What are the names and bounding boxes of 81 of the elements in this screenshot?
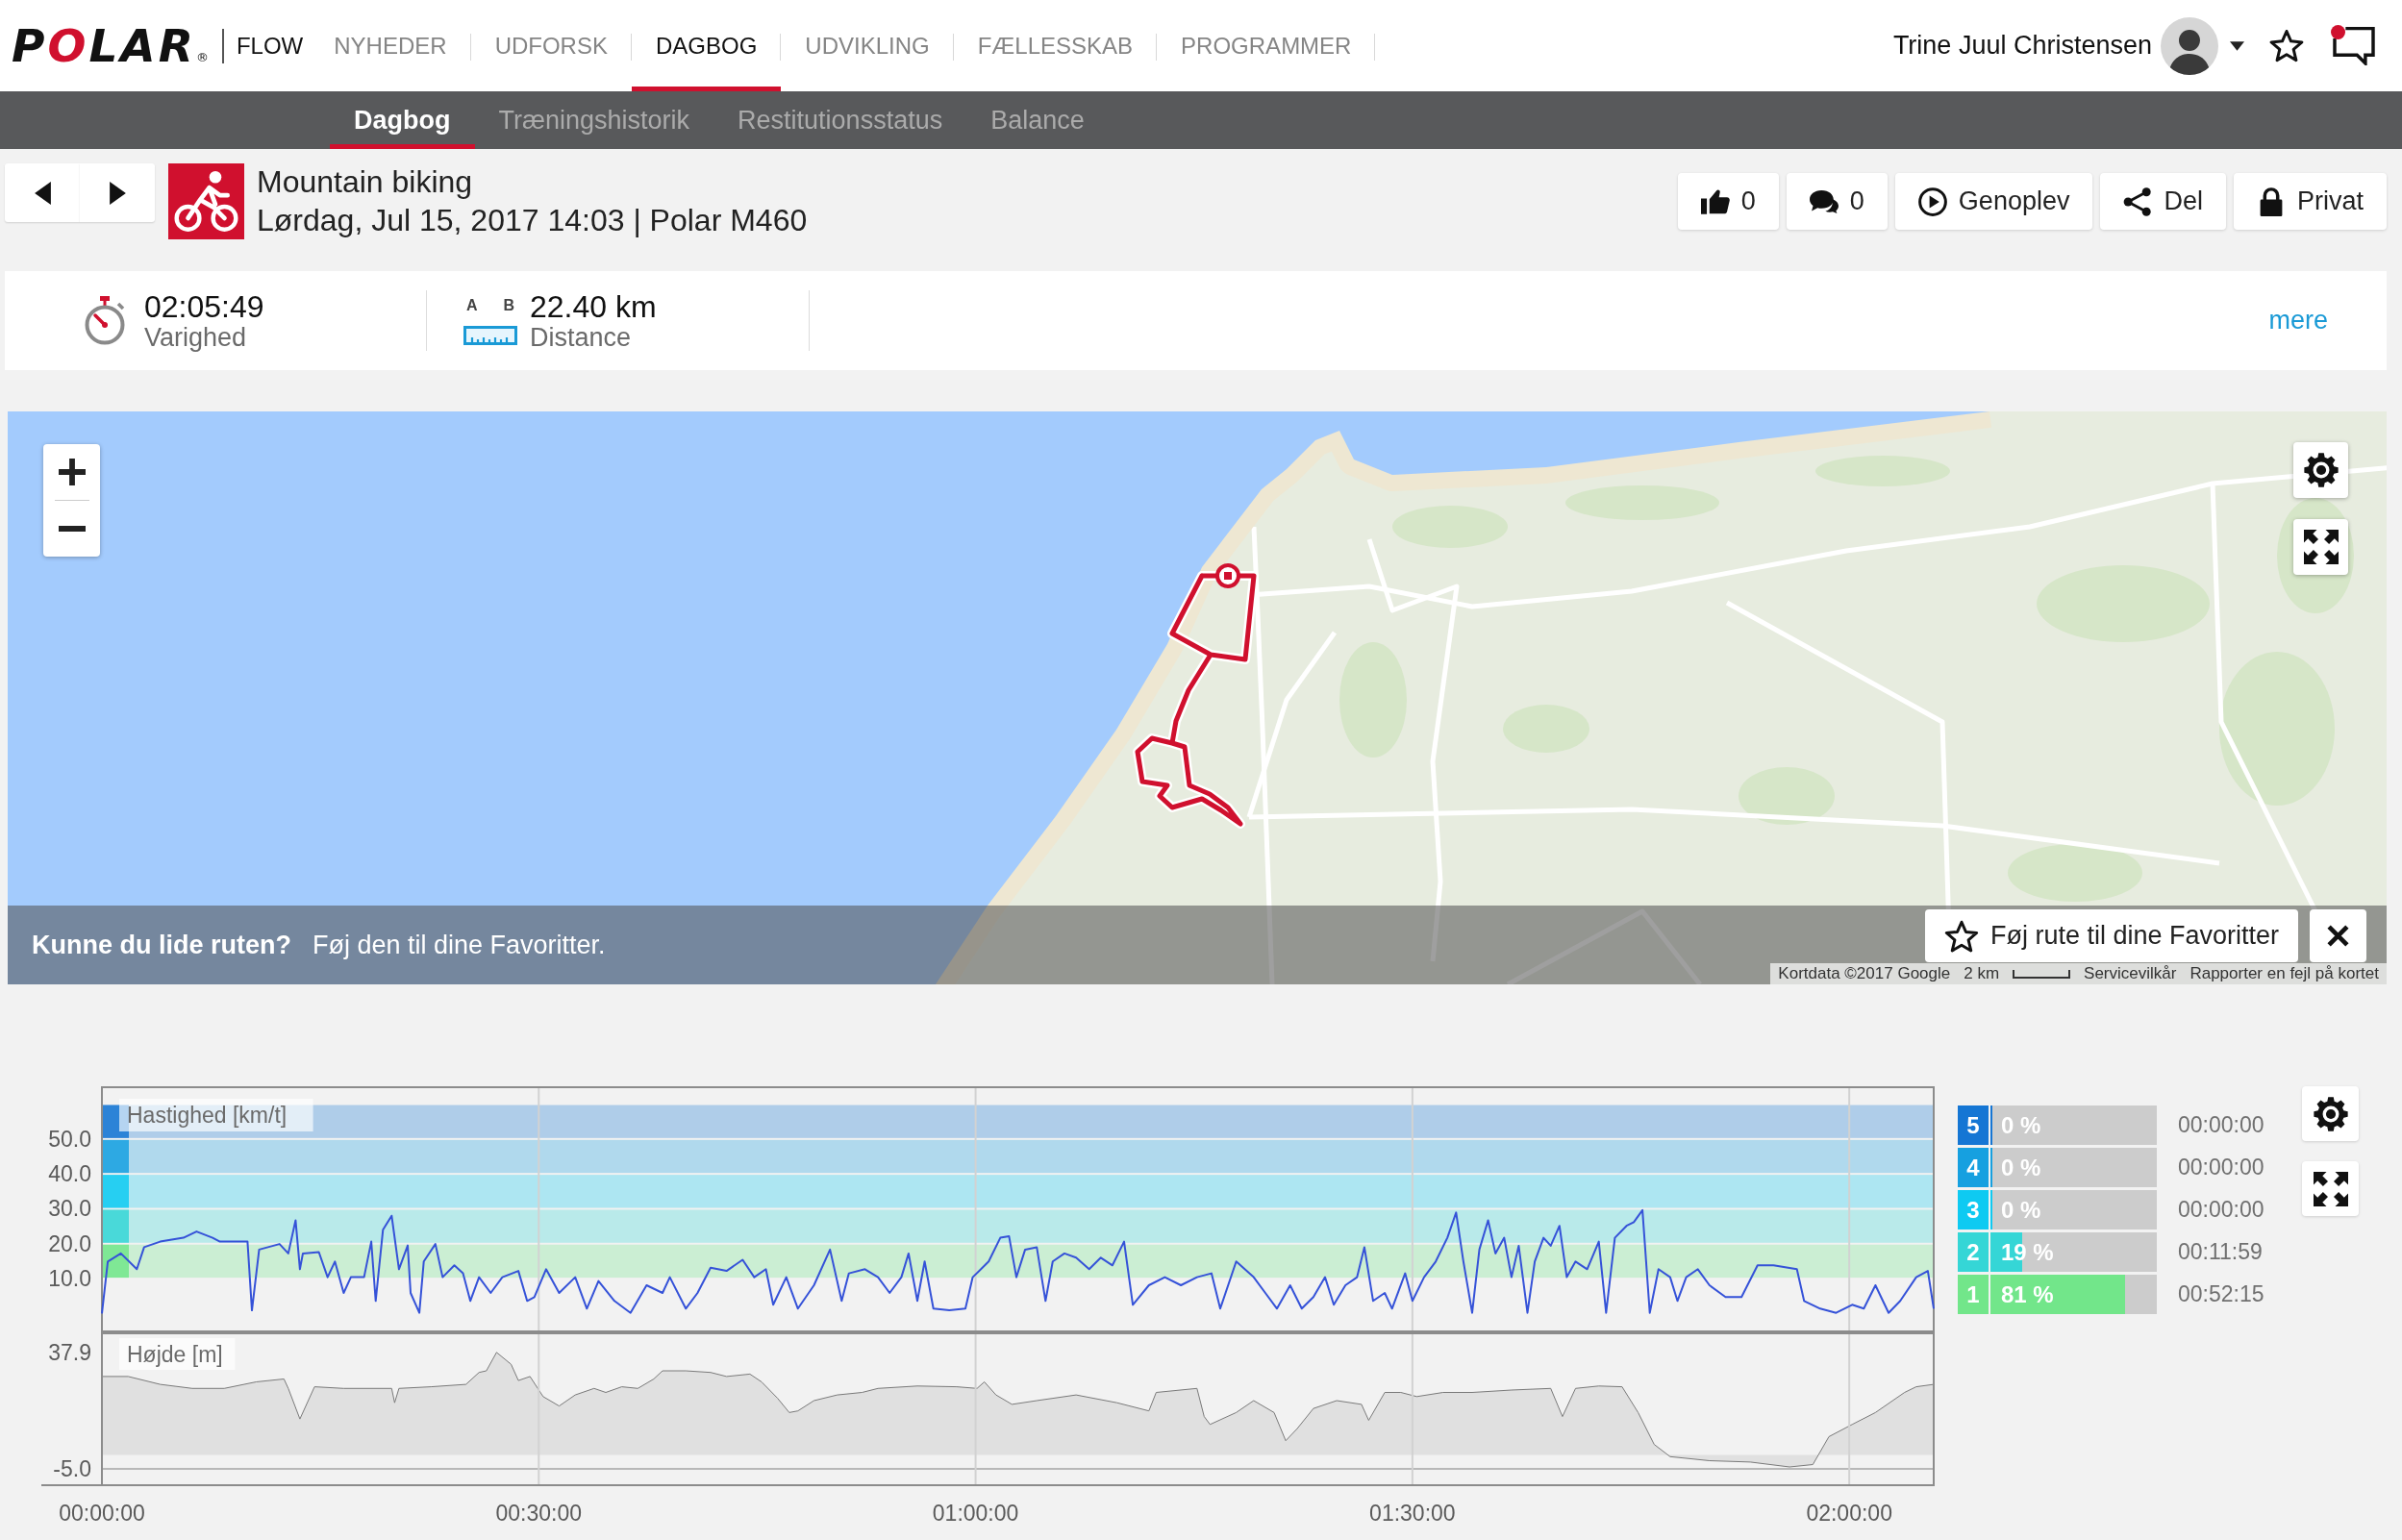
share-icon <box>2123 186 2153 216</box>
scale-bar <box>2013 969 2071 979</box>
zone-number: 5 <box>1958 1105 1989 1145</box>
nav-tab[interactable]: PROGRAMMER <box>1157 0 1376 91</box>
stat-label: Varighed <box>144 322 248 352</box>
triangle-right-icon <box>109 181 126 205</box>
axis-tick-label: 10.0 <box>48 1266 91 1292</box>
caret-down-icon[interactable] <box>2230 40 2244 51</box>
axis-tick-label: 37.9 <box>48 1339 91 1365</box>
axis-tick-label: 00:30:00 <box>495 1501 583 1526</box>
chart-title: Højde [m] <box>127 1342 223 1367</box>
privacy-button[interactable]: Privat <box>2233 173 2387 230</box>
close-button[interactable] <box>2310 909 2366 962</box>
star-icon <box>1943 919 1979 953</box>
like-button[interactable]: 0 <box>1677 173 1779 230</box>
activity-title: Mountain biking <box>257 163 474 201</box>
star-icon <box>2269 29 2304 62</box>
map-settings-button[interactable] <box>2293 442 2348 498</box>
plus-icon <box>58 459 86 485</box>
expand-icon <box>2313 1171 2348 1206</box>
map-link[interactable]: Servicevilkår <box>2084 964 2177 983</box>
message-icon[interactable] <box>2333 26 2375 65</box>
axis-tick-label: 20.0 <box>48 1230 91 1256</box>
replay-button[interactable]: Genoplev <box>1894 173 2093 230</box>
zone-time: 00:11:59 <box>2178 1239 2263 1265</box>
zone-time: 00:52:15 <box>2178 1281 2264 1307</box>
banner-question: Kunne du lide ruten? <box>32 930 291 960</box>
nav-tab[interactable]: NYHEDER <box>310 0 471 91</box>
comment-button[interactable]: 0 <box>1786 173 1888 230</box>
axis-tick-label: 50.0 <box>48 1126 91 1152</box>
map-link[interactable]: Rapporter en fejl på kortet <box>2189 964 2379 983</box>
close-icon <box>2326 924 2350 948</box>
series-label: Højde [m] <box>119 1338 236 1370</box>
gear-icon <box>2313 1096 2348 1131</box>
zone-number: 1 <box>1958 1275 1989 1314</box>
fullscreen-button[interactable] <box>2302 1161 2359 1216</box>
axis-tick-label: 00:00:00 <box>59 1501 145 1526</box>
axis-tick-label: 02:00:00 <box>1806 1501 1892 1526</box>
user-name[interactable]: Trine Juul Christensen <box>1892 31 2152 61</box>
product-name: FLOW <box>236 32 304 60</box>
ruler-icon <box>463 325 517 345</box>
zone-time: 00:00:00 <box>2178 1155 2264 1180</box>
map-marker-icon[interactable] <box>1215 563 1240 588</box>
activity-details: Lørdag, Jul 15, 2017 14:03 | Polar M460 <box>257 202 808 239</box>
series-label: Hastighed [km/t] <box>119 1099 313 1131</box>
axis-tick-label: -5.0 <box>53 1455 91 1481</box>
minus-icon <box>58 526 86 532</box>
axis-tick-label: 40.0 <box>48 1161 91 1187</box>
nav-tab[interactable]: UDVIKLING <box>781 0 954 91</box>
zone-time: 00:00:00 <box>2178 1197 2264 1223</box>
zone-number: 3 <box>1958 1190 1989 1230</box>
stat-value: 22.40 km <box>530 289 657 323</box>
zone-percentage: 81 % <box>2001 1280 2054 1309</box>
triangle-left-icon <box>34 181 51 205</box>
next-button[interactable] <box>80 163 155 222</box>
stat-value: 02:05:49 <box>144 289 264 323</box>
sub-nav-tab[interactable]: Dagbog <box>330 91 475 149</box>
add-favorite-button[interactable]: Føj rute til dine Favoritter <box>1924 909 2298 962</box>
map-attribution: Kortdata ©2017 Google <box>1778 964 1951 983</box>
zone-number: 2 <box>1958 1232 1989 1272</box>
gear-icon <box>2303 453 2339 487</box>
zone-number: 4 <box>1958 1148 1989 1187</box>
axis-tick-label: 01:30:00 <box>1369 1501 1456 1526</box>
zone-time: 00:00:00 <box>2178 1112 2264 1138</box>
stat-label: Distance <box>530 322 633 352</box>
axis-tick-label: 01:00:00 <box>932 1501 1019 1526</box>
cyclist-icon <box>168 163 244 239</box>
banner-suggestion: Føj den til dine Favoritter. <box>313 930 606 960</box>
play-circle-icon <box>1917 186 1947 216</box>
axis-tick-label: 30.0 <box>48 1196 91 1222</box>
share-button[interactable]: Del <box>2100 173 2226 230</box>
scale-label: 2 km <box>1964 964 2000 983</box>
avatar-icon[interactable] <box>2161 16 2218 75</box>
fullscreen-button[interactable] <box>2293 519 2348 575</box>
previous-button[interactable] <box>5 163 80 222</box>
endpoint-letter: B <box>503 296 514 314</box>
endpoint-letter: A <box>466 296 478 314</box>
nav-tab[interactable]: FÆLLESSKAB <box>953 0 1158 91</box>
chart-settings-button[interactable] <box>2302 1086 2359 1141</box>
expand-icon <box>2303 530 2339 564</box>
nav-tab[interactable]: UDFORSK <box>470 0 632 91</box>
